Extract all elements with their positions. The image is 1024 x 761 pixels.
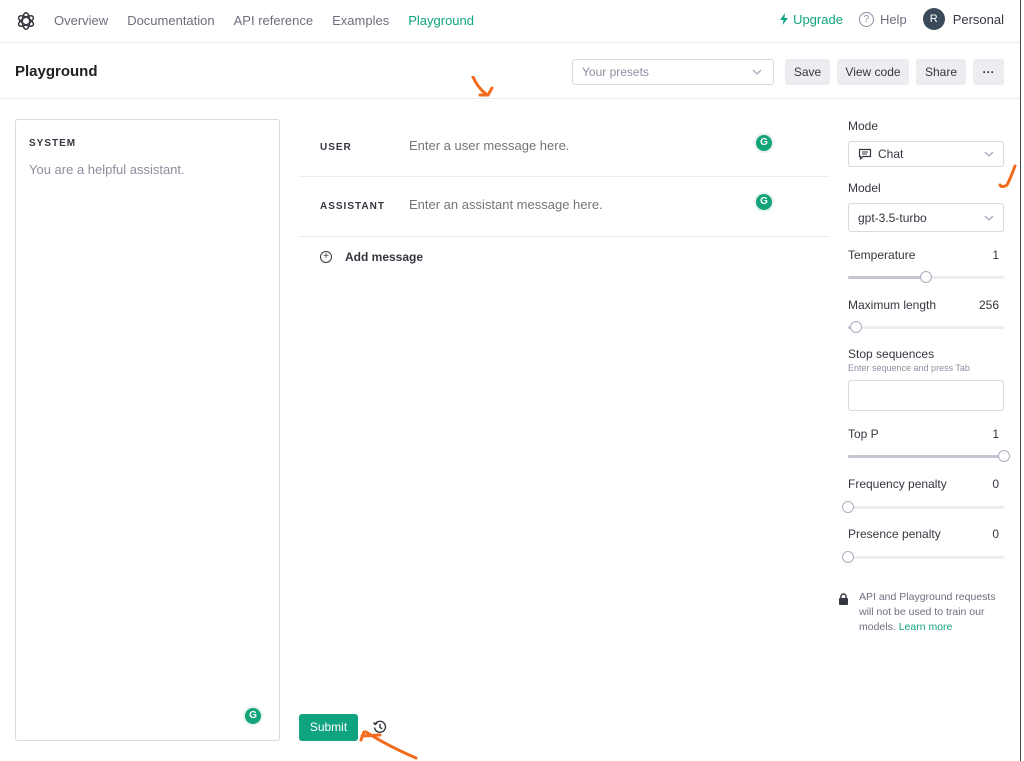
learn-more-link[interactable]: Learn more — [899, 621, 953, 633]
nav-link-overview[interactable]: Overview — [54, 13, 108, 28]
grammarly-icon[interactable] — [243, 706, 263, 726]
upgrade-label: Upgrade — [793, 11, 843, 27]
model-value: gpt-3.5-turbo — [858, 210, 927, 225]
stop-sequences-hint: Enter sequence and press Tab — [848, 363, 970, 373]
max-length-slider[interactable] — [848, 321, 1004, 333]
nav-links: Overview Documentation API reference Exa… — [54, 13, 493, 28]
submit-button[interactable]: Submit — [299, 714, 358, 741]
top-navigation: Overview Documentation API reference Exa… — [0, 0, 1024, 43]
presence-penalty-slider[interactable] — [842, 551, 1004, 563]
presence-penalty-label: Presence penalty — [848, 527, 941, 541]
more-options-button[interactable]: ··· — [973, 59, 1004, 85]
annotation-check-mark — [998, 164, 1017, 188]
window-edge — [1020, 0, 1024, 761]
temperature-slider[interactable] — [848, 271, 1004, 283]
nav-link-documentation[interactable]: Documentation — [127, 13, 214, 28]
nav-right: Upgrade ? Help R Personal — [779, 8, 1004, 30]
message-row-user: USER — [299, 118, 829, 177]
plus-circle-icon: + — [320, 251, 332, 263]
privacy-text: API and Playground requests will not be … — [838, 590, 1008, 635]
model-label: Model — [848, 181, 881, 195]
max-length-value[interactable]: 256 — [979, 298, 999, 312]
slider-track — [848, 506, 1004, 509]
playground-header: Playground Your presets Save View code S… — [0, 44, 1020, 99]
mode-select[interactable]: Chat — [848, 141, 1004, 167]
temperature-value[interactable]: 1 — [992, 248, 999, 262]
openai-logo-icon[interactable] — [15, 10, 37, 32]
presets-placeholder: Your presets — [582, 65, 649, 79]
top-p-slider[interactable] — [848, 450, 1010, 462]
slider-thumb[interactable] — [849, 321, 862, 333]
upgrade-link[interactable]: Upgrade — [779, 12, 843, 27]
nav-link-examples[interactable]: Examples — [332, 13, 389, 28]
chevron-down-icon — [984, 215, 994, 221]
temperature-label: Temperature — [848, 248, 916, 262]
top-p-value[interactable]: 1 — [992, 427, 999, 441]
presence-penalty-value[interactable]: 0 — [992, 527, 999, 541]
assistant-message-input[interactable] — [409, 197, 729, 212]
page-title: Playground — [15, 63, 98, 80]
system-panel[interactable]: SYSTEM You are a helpful assistant. — [15, 119, 280, 741]
slider-track — [848, 326, 1004, 329]
frequency-penalty-label: Frequency penalty — [848, 477, 947, 491]
help-link[interactable]: ? Help — [858, 11, 907, 27]
account-menu[interactable]: R Personal — [922, 8, 1004, 30]
max-length-label: Maximum length — [848, 298, 937, 312]
stop-sequences-label: Stop sequences — [848, 347, 935, 361]
lock-icon — [839, 593, 848, 605]
mode-label: Mode — [848, 119, 879, 133]
user-message-input[interactable] — [409, 138, 729, 153]
frequency-penalty-slider[interactable] — [842, 501, 1004, 513]
add-message-label: Add message — [345, 250, 424, 264]
frequency-penalty-value[interactable]: 0 — [992, 477, 999, 491]
help-circle-icon: ? — [858, 11, 874, 27]
slider-thumb[interactable] — [842, 501, 854, 513]
slider-thumb[interactable] — [998, 450, 1010, 462]
stop-sequences-input[interactable] — [848, 380, 1004, 411]
mode-value: Chat — [878, 147, 904, 161]
chevron-down-icon — [984, 151, 994, 157]
message-row-assistant: ASSISTANT — [299, 178, 829, 237]
slider-thumb[interactable] — [920, 271, 932, 283]
privacy-notice: API and Playground requests will not be … — [838, 590, 1008, 635]
grammarly-icon[interactable] — [754, 133, 774, 153]
system-prompt-input[interactable]: You are a helpful assistant. — [29, 162, 185, 177]
avatar: R — [922, 8, 945, 30]
top-p-label: Top P — [848, 427, 879, 441]
view-code-button[interactable]: View code — [837, 59, 909, 85]
model-select[interactable]: gpt-3.5-turbo — [848, 203, 1004, 232]
nav-link-api-reference[interactable]: API reference — [234, 13, 314, 28]
slider-thumb[interactable] — [842, 551, 854, 563]
chevron-down-icon — [752, 69, 762, 75]
nav-link-playground[interactable]: Playground — [408, 13, 474, 28]
presets-select[interactable]: Your presets — [572, 59, 774, 85]
add-message-button[interactable]: + Add message — [320, 250, 423, 264]
message-role-user[interactable]: USER — [320, 142, 352, 153]
message-role-assistant[interactable]: ASSISTANT — [320, 201, 385, 212]
slider-track — [848, 556, 1004, 559]
lightning-icon — [780, 13, 789, 25]
share-button[interactable]: Share — [916, 59, 966, 85]
slider-fill — [848, 455, 1004, 458]
chat-bubble-icon — [858, 148, 872, 160]
slider-fill — [848, 276, 926, 279]
annotation-arrow-submit — [359, 730, 418, 760]
history-icon[interactable] — [372, 719, 388, 735]
help-label: Help — [879, 11, 907, 27]
system-label: SYSTEM — [29, 138, 77, 149]
save-button[interactable]: Save — [785, 59, 830, 85]
account-label: Personal — [952, 11, 1004, 27]
grammarly-icon[interactable] — [754, 192, 774, 212]
